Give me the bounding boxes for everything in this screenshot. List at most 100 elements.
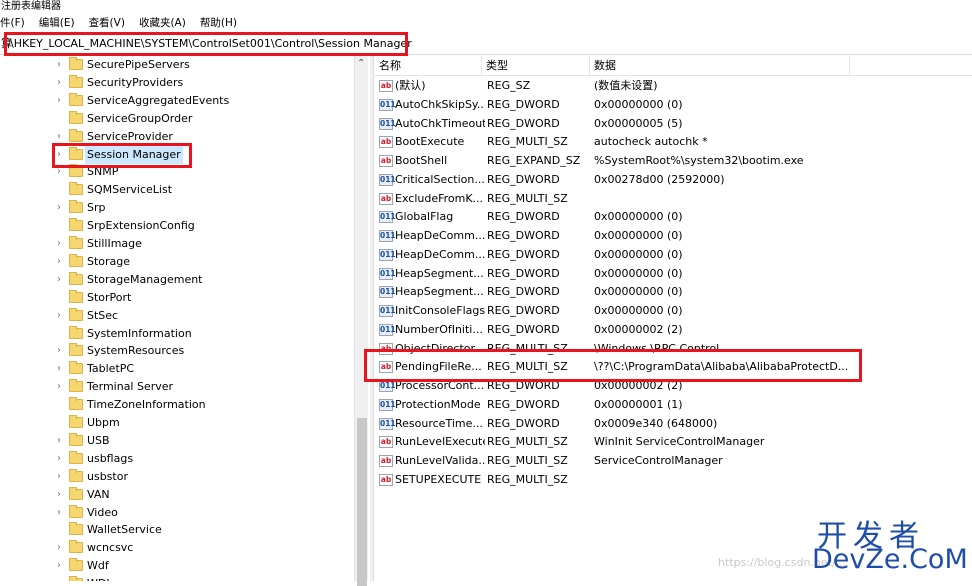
tree-item[interactable]: › SystemResources (0, 342, 360, 360)
tree-item[interactable]: TimeZoneInformation (0, 396, 360, 414)
binary-value-icon: 011 (379, 117, 396, 130)
tree-item[interactable]: › SecurityProviders (0, 74, 360, 92)
chevron-right-icon[interactable]: › (57, 362, 67, 376)
value-row[interactable]: ab SETUPEXECUTE REG_MULTI_SZ (375, 471, 972, 490)
value-row[interactable]: 011 AutoChkSkipSy... REG_DWORD 0x00000000 (… (375, 96, 972, 115)
tree-item[interactable]: WalletService (0, 521, 360, 539)
tree-item[interactable]: › StorageManagement (0, 271, 360, 289)
tree-item[interactable]: › VAN (0, 486, 360, 504)
value-row[interactable]: 011 HeapDeComm... REG_DWORD 0x00000000 (0) (375, 246, 972, 265)
pane-splitter[interactable] (370, 56, 374, 581)
tree-item[interactable]: › StSec (0, 307, 360, 325)
chevron-right-icon[interactable]: › (57, 309, 67, 323)
tree-item[interactable]: › USB (0, 432, 360, 450)
tree-item-label: SecurityProviders (87, 75, 184, 89)
menu-favorites[interactable]: 收藏夹(A) (139, 15, 186, 31)
chevron-right-icon[interactable] (57, 112, 67, 126)
value-row[interactable]: 011 NumberOfIniti... REG_DWORD 0x00000002 (… (375, 321, 972, 340)
chevron-right-icon[interactable]: › (57, 452, 67, 466)
tree-item[interactable]: › TabletPC (0, 360, 360, 378)
tree-item[interactable]: › usbstor (0, 468, 360, 486)
tree-item[interactable]: ServiceGroupOrder (0, 110, 360, 128)
pending-file-rename-highlight-box (364, 349, 862, 382)
tree-item[interactable]: › Storage (0, 253, 360, 271)
value-row[interactable]: 011 ResourceTime... REG_DWORD 0x0009e340 (6… (375, 415, 972, 434)
tree-item[interactable]: › ServiceAggregatedEvents (0, 92, 360, 110)
value-type: REG_DWORD (487, 229, 560, 242)
value-row[interactable]: 011 CriticalSection... REG_DWORD 0x00278d00… (375, 171, 972, 190)
menu-help[interactable]: 帮助(H) (200, 15, 237, 31)
tree-item[interactable]: › usbflags (0, 450, 360, 468)
value-row[interactable]: 011 HeapSegment... REG_DWORD 0x00000000 (0) (375, 283, 972, 302)
tree-item[interactable]: › wcncsvc (0, 539, 360, 557)
tree-item[interactable]: › WDI (0, 575, 360, 581)
tree-item[interactable]: › Video (0, 504, 360, 522)
folder-icon (69, 486, 83, 500)
chevron-right-icon[interactable] (57, 523, 67, 537)
chevron-right-icon[interactable]: › (57, 130, 67, 144)
chevron-right-icon[interactable]: › (57, 201, 67, 215)
string-value-icon: ab (379, 436, 393, 449)
value-row[interactable]: 011 ProtectionMode REG_DWORD 0x00000001 (1) (375, 396, 972, 415)
value-row[interactable]: 011 HeapDeComm... REG_DWORD 0x00000000 (0) (375, 227, 972, 246)
tree-item[interactable]: › SecurePipeServers (0, 56, 360, 74)
chevron-right-icon[interactable] (57, 183, 67, 197)
chevron-right-icon[interactable]: › (57, 76, 67, 90)
chevron-right-icon[interactable]: › (57, 559, 67, 573)
folder-icon (69, 325, 83, 339)
tree-item[interactable]: StorPort (0, 289, 360, 307)
chevron-right-icon[interactable] (57, 291, 67, 305)
chevron-right-icon[interactable] (57, 219, 67, 233)
tree-item[interactable]: › Terminal Server (0, 378, 360, 396)
value-row[interactable]: 011 GlobalFlag REG_DWORD 0x00000000 (0) (375, 208, 972, 227)
value-type: REG_DWORD (487, 97, 560, 111)
tree-item[interactable]: Ubpm (0, 414, 360, 432)
tree-item[interactable]: › Wdf (0, 557, 360, 575)
window-title: 注册表编辑器 (1, 1, 61, 12)
chevron-right-icon[interactable]: › (57, 488, 67, 502)
tree-item[interactable]: › StillImage (0, 235, 360, 253)
chevron-right-icon[interactable]: › (57, 434, 67, 448)
chevron-right-icon[interactable]: › (57, 470, 67, 484)
value-row[interactable]: ab RunLevelValida... REG_MULTI_SZ ServiceCo… (375, 452, 972, 471)
chevron-right-icon[interactable]: › (57, 255, 67, 269)
chevron-right-icon[interactable] (57, 416, 67, 430)
value-row[interactable]: 011 AutoChkTimeout REG_DWORD 0x00000005 (5) (375, 115, 972, 134)
value-type: REG_DWORD (487, 116, 560, 130)
tree-item[interactable]: SQMServiceList (0, 181, 360, 199)
chevron-right-icon[interactable] (57, 398, 67, 412)
tree-item[interactable]: › Srp (0, 199, 360, 217)
value-row[interactable]: ab (默认) REG_SZ (数值未设置) (375, 77, 972, 96)
chevron-right-icon[interactable]: › (57, 58, 67, 72)
tree-scrollbar[interactable]: ⌃ (354, 56, 368, 586)
chevron-right-icon[interactable]: › (57, 273, 67, 287)
chevron-right-icon[interactable]: › (57, 541, 67, 555)
chevron-right-icon[interactable]: › (57, 577, 67, 581)
value-row[interactable]: 011 HeapSegment... REG_DWORD 0x00000000 (0) (375, 265, 972, 284)
value-row[interactable]: ab BootExecute REG_MULTI_SZ autocheck autoc… (375, 133, 972, 152)
menu-file[interactable]: 件(F) (0, 15, 25, 31)
value-row[interactable]: ab ExcludeFromK... REG_MULTI_SZ (375, 190, 972, 209)
chevron-right-icon[interactable]: › (57, 380, 67, 394)
value-row[interactable]: ab BootShell REG_EXPAND_SZ %SystemRoot%\sys… (375, 152, 972, 171)
menu-edit[interactable]: 编辑(E) (39, 15, 75, 31)
chevron-right-icon[interactable]: › (57, 94, 67, 108)
tree-item-label: WalletService (87, 523, 162, 537)
tree-item[interactable]: SystemInformation (0, 325, 360, 343)
chevron-right-icon[interactable]: › (57, 344, 67, 358)
folder-icon (69, 236, 83, 249)
scrollbar-thumb[interactable] (357, 418, 367, 586)
chevron-right-icon[interactable]: › (57, 237, 67, 251)
scroll-up-icon[interactable]: ⌃ (357, 58, 365, 69)
menu-view[interactable]: 查看(V) (89, 15, 125, 31)
header-type[interactable]: 类型 (482, 56, 590, 76)
chevron-right-icon[interactable] (57, 327, 67, 341)
value-row[interactable]: ab RunLevelExecute REG_MULTI_SZ WinInit Ser… (375, 433, 972, 452)
header-name[interactable]: 名称 (375, 56, 482, 76)
binary-value-icon: 011 (379, 286, 396, 299)
value-name: AutoChkSkipSy... (395, 97, 485, 111)
tree-item[interactable]: SrpExtensionConfig (0, 217, 360, 235)
value-row[interactable]: 011 InitConsoleFlags REG_DWORD 0x00000000 (… (375, 302, 972, 321)
chevron-right-icon[interactable]: › (57, 506, 67, 520)
header-data[interactable]: 数据 (590, 56, 850, 76)
